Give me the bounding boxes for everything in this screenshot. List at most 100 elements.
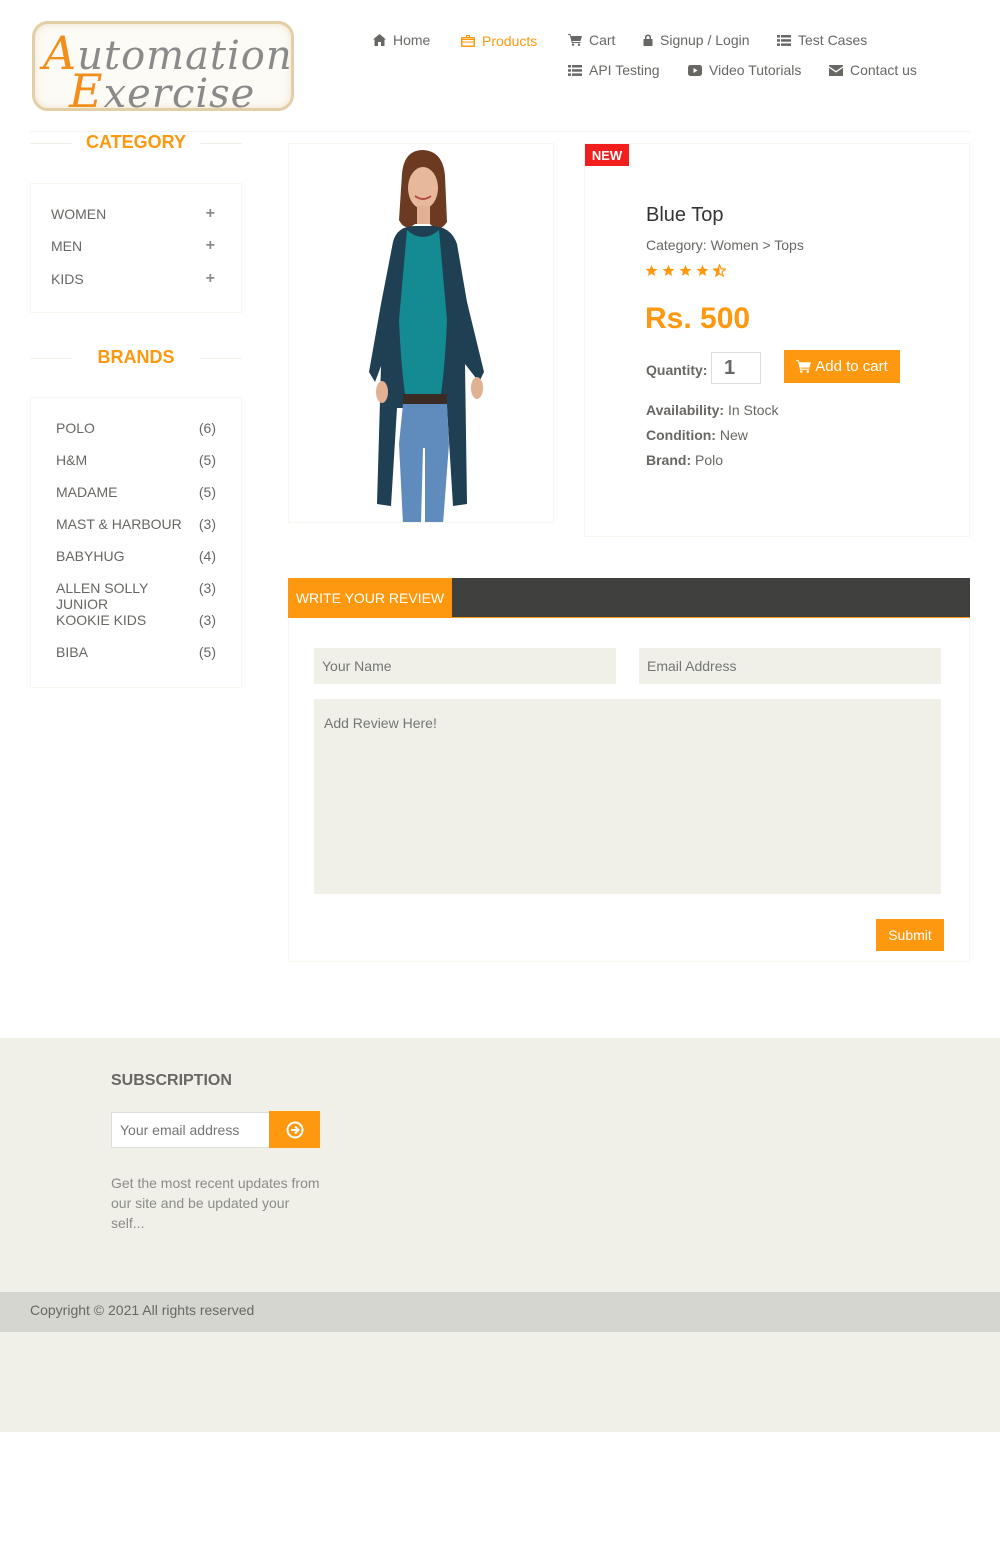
tab-write-review[interactable]: WRITE YOUR REVIEW xyxy=(288,578,452,618)
subscription-email-input[interactable] xyxy=(111,1112,270,1148)
footer xyxy=(0,1038,1000,1432)
brand-count: (4) xyxy=(198,548,216,564)
brand-label: Brand: xyxy=(646,452,692,468)
brand-row: Brand: Polo xyxy=(646,452,723,468)
cart-icon xyxy=(568,34,582,46)
brand-item-madame[interactable]: MADAME (5) xyxy=(56,484,216,500)
add-to-cart-button[interactable]: Add to cart xyxy=(784,350,900,383)
brand-item-polo[interactable]: POLO (6) xyxy=(56,420,216,436)
brand-count: (3) xyxy=(198,612,216,628)
brand-value: Polo xyxy=(691,452,724,468)
envelope-icon xyxy=(829,64,843,76)
expand-plus-icon[interactable]: + xyxy=(206,237,215,255)
condition-row: Condition: New xyxy=(646,427,748,443)
brand-item-hm[interactable]: H&M (5) xyxy=(56,452,216,468)
brands-heading: BRANDS xyxy=(30,347,242,368)
lock-icon xyxy=(643,34,653,46)
review-textarea[interactable] xyxy=(314,699,941,894)
brand-name: ALLEN SOLLY JUNIOR xyxy=(56,580,149,612)
brand-count: (5) xyxy=(198,644,216,660)
site-logo[interactable]: Automation Exercise xyxy=(32,21,294,118)
nav-test-cases-label: Test Cases xyxy=(798,32,868,48)
star-icon xyxy=(662,264,675,277)
nav-signup-login-link[interactable]: Signup / Login xyxy=(643,31,750,49)
star-icon xyxy=(645,264,658,277)
arrow-circle-right-icon xyxy=(286,1121,303,1138)
category-label: MEN xyxy=(51,238,83,254)
brand-count: (3) xyxy=(198,580,216,596)
rating-stars xyxy=(645,264,726,277)
nav-contact-link[interactable]: Contact us xyxy=(829,61,917,79)
products-icon xyxy=(461,35,475,47)
subscribe-button[interactable] xyxy=(269,1111,320,1148)
category-item-kids[interactable]: KIDS + xyxy=(51,270,215,288)
logo-line-2: Exercise xyxy=(69,64,256,118)
star-half-icon xyxy=(713,264,726,277)
availability-label: Availability: xyxy=(646,402,725,418)
condition-label: Condition: xyxy=(646,427,716,443)
nav-home-label: Home xyxy=(393,32,431,48)
expand-plus-icon[interactable]: + xyxy=(206,270,215,288)
category-label: KIDS xyxy=(51,271,84,287)
category-item-men[interactable]: MEN + xyxy=(51,237,215,255)
brand-item-allen-solly-junior[interactable]: ALLEN SOLLY JUNIOR (3) xyxy=(56,580,216,612)
review-submit-button[interactable]: Submit xyxy=(876,919,944,951)
category-panel: WOMEN + MEN + KIDS + xyxy=(30,183,242,313)
category-heading: CATEGORY xyxy=(30,132,242,153)
brand-name: BIBA xyxy=(56,644,88,660)
brand-count: (5) xyxy=(198,484,216,500)
category-item-women[interactable]: WOMEN + xyxy=(51,205,215,223)
list-icon xyxy=(568,64,582,76)
nav-video-tutorials-link[interactable]: Video Tutorials xyxy=(688,61,801,79)
subscription-heading: SUBSCRIPTION xyxy=(111,1072,232,1089)
brand-name: POLO xyxy=(56,420,95,436)
availability-value: In Stock xyxy=(724,402,779,418)
nav-home-link[interactable]: Home xyxy=(373,31,430,49)
quantity-label: Quantity: xyxy=(646,362,708,378)
copyright-text: Copyright © 2021 All rights reserved xyxy=(30,1302,255,1318)
brand-count: (3) xyxy=(198,516,216,532)
brand-name: MAST & HARBOUR xyxy=(56,516,182,532)
nav-contact-label: Contact us xyxy=(850,62,917,78)
new-badge: NEW xyxy=(585,144,629,166)
brands-panel: POLO (6) H&M (5) MADAME (5) MAST & HARBOUR (… xyxy=(30,397,242,688)
nav-video-tutorials-label: Video Tutorials xyxy=(709,62,802,78)
condition-value: New xyxy=(715,427,748,443)
add-to-cart-label: Add to cart xyxy=(815,358,888,375)
review-email-input[interactable] xyxy=(639,648,941,684)
category-label: WOMEN xyxy=(51,206,107,222)
brand-item-biba[interactable]: BIBA (5) xyxy=(56,644,216,660)
review-name-input[interactable] xyxy=(314,648,616,684)
brand-item-kookie-kids[interactable]: KOOKIE KIDS (3) xyxy=(56,612,216,628)
expand-plus-icon[interactable]: + xyxy=(206,205,215,223)
product-photo-woman xyxy=(369,150,484,522)
nav-test-cases-link[interactable]: Test Cases xyxy=(777,31,867,49)
product-image xyxy=(288,143,554,523)
product-price: Rs. 500 xyxy=(645,302,751,335)
brand-name: MADAME xyxy=(56,484,118,500)
brand-name: H&M xyxy=(56,452,88,468)
availability-row: Availability: In Stock xyxy=(646,402,779,418)
star-icon xyxy=(679,264,692,277)
nav-cart-link[interactable]: Cart xyxy=(568,31,615,49)
nav-cart-label: Cart xyxy=(589,32,616,48)
list-icon xyxy=(777,34,791,46)
brand-count: (6) xyxy=(198,420,216,436)
brand-item-babyhug[interactable]: BABYHUG (4) xyxy=(56,548,216,564)
subscription-description: Get the most recent updates from our sit… xyxy=(111,1175,320,1231)
product-info-panel xyxy=(584,143,970,537)
nav-api-testing-label: API Testing xyxy=(589,62,660,78)
nav-products-link[interactable]: Products xyxy=(461,32,537,50)
brand-name: BABYHUG xyxy=(56,548,125,564)
brand-count: (5) xyxy=(198,452,216,468)
nav-signup-login-label: Signup / Login xyxy=(660,32,750,48)
brand-item-mast-harbour[interactable]: MAST & HARBOUR (3) xyxy=(56,516,216,532)
nav-products-label: Products xyxy=(482,33,538,49)
cart-icon xyxy=(796,360,812,373)
brand-name: KOOKIE KIDS xyxy=(56,612,147,628)
quantity-input[interactable] xyxy=(711,352,761,384)
star-icon xyxy=(696,264,709,277)
home-icon xyxy=(373,34,386,46)
youtube-play-icon xyxy=(688,64,702,76)
nav-api-testing-link[interactable]: API Testing xyxy=(568,61,660,79)
